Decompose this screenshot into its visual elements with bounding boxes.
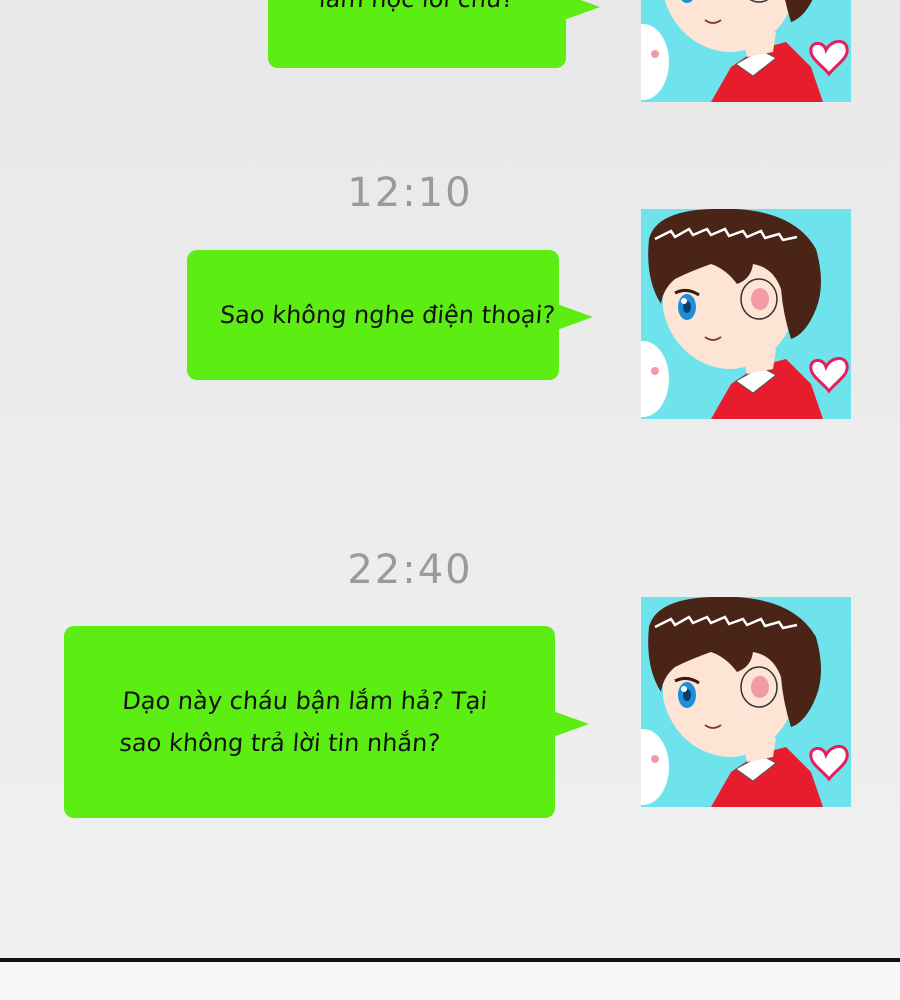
message-text: lắm học lời chứ? bbox=[318, 0, 516, 20]
message-bubble: Dạo này cháu bận lắm hả? Tại sao không t… bbox=[64, 626, 555, 818]
message-text: Dạo này cháu bận lắm hả? Tại sao không t… bbox=[118, 687, 489, 757]
bubble-tail bbox=[553, 711, 589, 737]
message-timestamp: 12:10 bbox=[347, 170, 473, 216]
message-bubble: Sao không nghe điện thoại? bbox=[187, 250, 559, 380]
bubble-tail bbox=[564, 0, 600, 20]
boy-avatar-icon bbox=[641, 209, 851, 419]
bubble-tail bbox=[557, 304, 593, 330]
chat-area: lắm học lời chứ? 12:10 Sao không nghe đi… bbox=[0, 0, 900, 958]
boy-avatar-icon bbox=[641, 597, 851, 807]
message-text: Sao không nghe điện thoại? bbox=[219, 301, 557, 329]
message-timestamp: 22:40 bbox=[347, 547, 473, 593]
boy-avatar-icon bbox=[641, 0, 851, 102]
bottom-panel bbox=[0, 962, 900, 1000]
message-bubble: lắm học lời chứ? bbox=[268, 0, 566, 68]
